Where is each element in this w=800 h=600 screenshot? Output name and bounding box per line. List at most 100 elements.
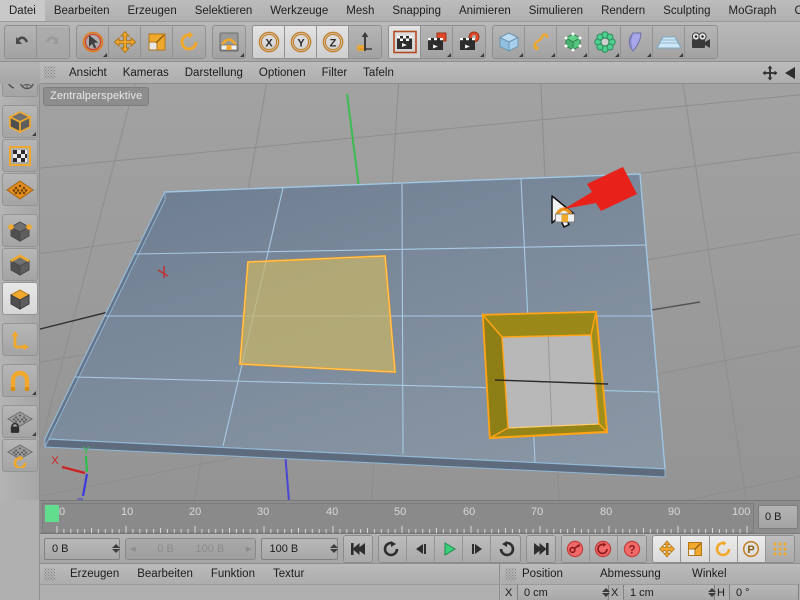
- camera-button[interactable]: [685, 25, 717, 58]
- bend-button[interactable]: [621, 25, 653, 58]
- viewport-menu-filter[interactable]: Filter: [314, 62, 356, 84]
- deformer-button[interactable]: [589, 25, 621, 58]
- position-x-field[interactable]: 0 cm: [517, 585, 610, 600]
- cube-primitive-button[interactable]: [493, 25, 525, 58]
- range-left-arrow-icon[interactable]: ◂: [130, 542, 136, 555]
- max-time-field[interactable]: 100 B: [261, 537, 338, 560]
- redo-button[interactable]: [37, 25, 69, 58]
- menu-item-rendern[interactable]: Rendern: [592, 0, 654, 21]
- spline-icon: [532, 32, 548, 50]
- timeline-ruler[interactable]: 0 10 20 30 40 50 60 70 80 90 100 0 B: [40, 500, 800, 534]
- svg-text:?: ?: [629, 544, 636, 556]
- position-x-spinner[interactable]: [596, 588, 610, 597]
- loop-button[interactable]: [491, 535, 520, 562]
- panel-grip-icon[interactable]: [44, 567, 55, 581]
- axis-y-button[interactable]: Y: [285, 25, 317, 58]
- key-rotation-icon: [715, 540, 731, 556]
- menu-item-werkzeuge[interactable]: Werkzeuge: [261, 0, 337, 21]
- lock-axis-button[interactable]: [1, 405, 38, 438]
- world-axis-button[interactable]: [349, 25, 381, 58]
- material-menu-bearbeiten[interactable]: Bearbeiten: [128, 564, 202, 585]
- viewport-3d[interactable]: Y Z X: [40, 84, 800, 500]
- axis-z-button[interactable]: Z: [317, 25, 349, 58]
- material-menu-funktion[interactable]: Funktion: [202, 564, 264, 585]
- autokeying-button[interactable]: [589, 535, 619, 562]
- timeline-frame-field[interactable]: 0 B: [758, 505, 798, 529]
- material-menu-erzeugen[interactable]: Erzeugen: [61, 564, 128, 585]
- go-to-start-button[interactable]: [343, 535, 372, 562]
- preview-range-field[interactable]: ◂ 0 B 100 B ▸: [125, 537, 257, 560]
- menu-item-bearbeiten[interactable]: Bearbeiten: [45, 0, 119, 21]
- menu-item-erzeugen[interactable]: Erzeugen: [118, 0, 185, 21]
- render-region-button[interactable]: [421, 25, 453, 58]
- max-time-spinner[interactable]: [324, 544, 338, 553]
- key-pla-button[interactable]: [765, 535, 794, 562]
- viewport-menu-optionen[interactable]: Optionen: [251, 62, 314, 84]
- generator-button[interactable]: [557, 25, 589, 58]
- key-parameter-button[interactable]: P: [737, 535, 766, 562]
- size-x-field[interactable]: 1 cm: [623, 585, 716, 600]
- workplane-button[interactable]: [1, 173, 38, 206]
- timeline-tick-50: 50: [394, 506, 407, 518]
- record-keyframe-button[interactable]: [561, 535, 590, 562]
- viewport-menu-tafeln[interactable]: Tafeln: [355, 62, 402, 84]
- svg-text:X: X: [51, 455, 59, 467]
- menu-item-selektieren[interactable]: Selektieren: [186, 0, 262, 21]
- play-button[interactable]: [435, 535, 464, 562]
- timeline-playhead[interactable]: [45, 505, 59, 522]
- menu-item-mesh[interactable]: Mesh: [337, 0, 383, 21]
- snap-button[interactable]: [213, 25, 245, 58]
- step-back-button[interactable]: [406, 535, 436, 562]
- zoom-view-icon[interactable]: [781, 65, 797, 81]
- material-menu-textur[interactable]: Textur: [264, 564, 313, 585]
- menu-item-charakter[interactable]: Charakt: [785, 0, 800, 21]
- point-mode-button[interactable]: [1, 214, 38, 247]
- viewport-menu-kameras[interactable]: Kameras: [115, 62, 177, 84]
- render-view-icon: [392, 30, 417, 53]
- angle-h-field[interactable]: 0 °: [729, 585, 799, 600]
- edge-mode-button[interactable]: [1, 248, 38, 281]
- key-rotation-button[interactable]: [709, 535, 738, 562]
- go-to-end-button[interactable]: [526, 535, 555, 562]
- select-tool-button[interactable]: [77, 25, 109, 58]
- polygon-mode-button[interactable]: [1, 282, 38, 315]
- coord-header-winkel: Winkel: [692, 568, 727, 580]
- floor-button[interactable]: [653, 25, 685, 58]
- key-position-button[interactable]: [653, 535, 682, 562]
- panel-grip-icon[interactable]: [505, 567, 516, 581]
- scale-tool-button[interactable]: [141, 25, 173, 58]
- menu-item-animieren[interactable]: Animieren: [450, 0, 520, 21]
- texture-mode-button[interactable]: [1, 139, 38, 172]
- magnet-button[interactable]: [1, 364, 38, 397]
- menu-item-datei[interactable]: Datei: [0, 0, 45, 21]
- model-mode-button[interactable]: [1, 105, 38, 138]
- viewport-menu-ansicht[interactable]: Ansicht: [61, 62, 115, 84]
- spline-button[interactable]: [525, 25, 557, 58]
- pan-view-icon[interactable]: [762, 65, 778, 81]
- current-time-spinner[interactable]: [106, 544, 121, 553]
- size-x-spinner[interactable]: [702, 588, 716, 597]
- timeline-track[interactable]: 0 10 20 30 40 50 60 70 80 90 100: [42, 503, 754, 533]
- workplane-rotate-button[interactable]: [1, 439, 38, 472]
- render-view-button[interactable]: [389, 25, 421, 58]
- keyframe-selection-button[interactable]: ?: [618, 535, 647, 562]
- play-backward-button[interactable]: [378, 535, 407, 562]
- menu-item-simulieren[interactable]: Simulieren: [520, 0, 592, 21]
- axis-x-button[interactable]: X: [253, 25, 285, 58]
- range-right-arrow-icon[interactable]: ▸: [246, 542, 252, 555]
- undo-button[interactable]: [5, 25, 37, 58]
- rotate-tool-button[interactable]: [173, 25, 205, 58]
- timeline-tick-80: 80: [600, 506, 613, 518]
- object-axis-button[interactable]: [1, 323, 38, 356]
- render-settings-button[interactable]: [453, 25, 485, 58]
- size-x-label: X: [611, 586, 619, 599]
- menu-item-mograph[interactable]: MoGraph: [720, 0, 786, 21]
- current-time-field[interactable]: 0 B: [44, 537, 121, 560]
- key-scale-button[interactable]: [681, 535, 710, 562]
- viewport-menu-darstellung[interactable]: Darstellung: [177, 62, 251, 84]
- panel-grip-icon[interactable]: [44, 66, 55, 79]
- menu-item-sculpting[interactable]: Sculpting: [654, 0, 719, 21]
- step-forward-button[interactable]: [463, 535, 492, 562]
- move-tool-button[interactable]: [109, 25, 141, 58]
- menu-item-snapping[interactable]: Snapping: [383, 0, 450, 21]
